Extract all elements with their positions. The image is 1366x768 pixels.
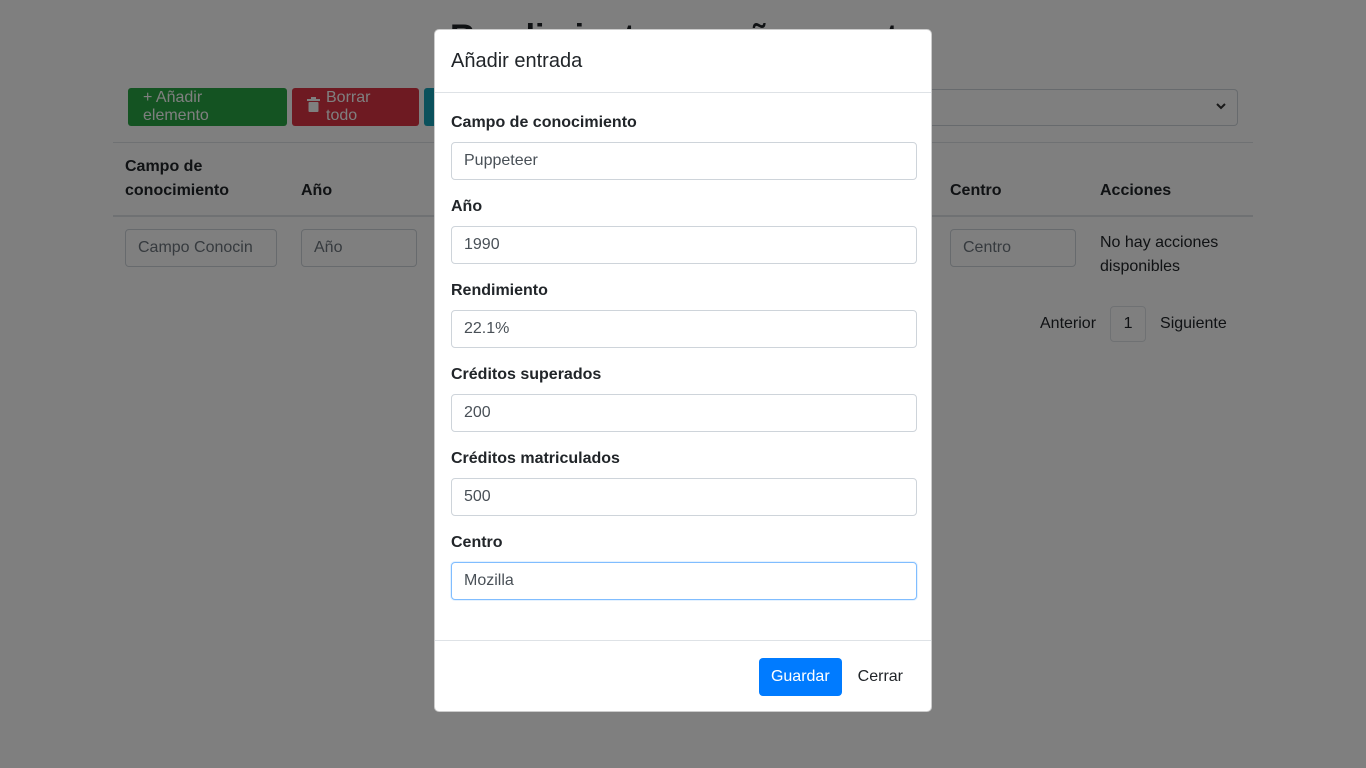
add-entry-modal: Añadir entrada Campo de conocimiento Año… [434, 29, 932, 712]
form-group-rendimiento: Rendimiento [451, 280, 917, 348]
save-button[interactable]: Guardar [758, 657, 842, 696]
anio-label: Año [451, 198, 483, 215]
form-group-creditos-matriculados: Créditos matriculados [451, 448, 917, 516]
creditos-superados-input[interactable] [451, 394, 917, 432]
form-group-centro: Centro [451, 532, 917, 600]
campo-label: Campo de conocimiento [451, 114, 637, 131]
form-group-campo: Campo de conocimiento [451, 112, 917, 180]
modal-title: Añadir entrada [451, 50, 583, 72]
centro-input[interactable] [451, 562, 917, 600]
form-group-anio: Año [451, 196, 917, 264]
creditos-superados-label: Créditos superados [451, 366, 602, 383]
modal-body: Campo de conocimiento Año Rendimiento Cr… [435, 93, 931, 600]
close-button[interactable]: Cerrar [846, 658, 915, 696]
creditos-matriculados-input[interactable] [451, 478, 917, 516]
form-group-creditos-superados: Créditos superados [451, 364, 917, 432]
anio-input[interactable] [451, 226, 917, 264]
rendimiento-label: Rendimiento [451, 282, 548, 299]
modal-header: Añadir entrada [435, 30, 931, 93]
campo-input[interactable] [451, 142, 917, 180]
creditos-matriculados-label: Créditos matriculados [451, 450, 620, 467]
modal-footer: Guardar Cerrar [435, 640, 931, 711]
rendimiento-input[interactable] [451, 310, 917, 348]
centro-label: Centro [451, 534, 503, 551]
